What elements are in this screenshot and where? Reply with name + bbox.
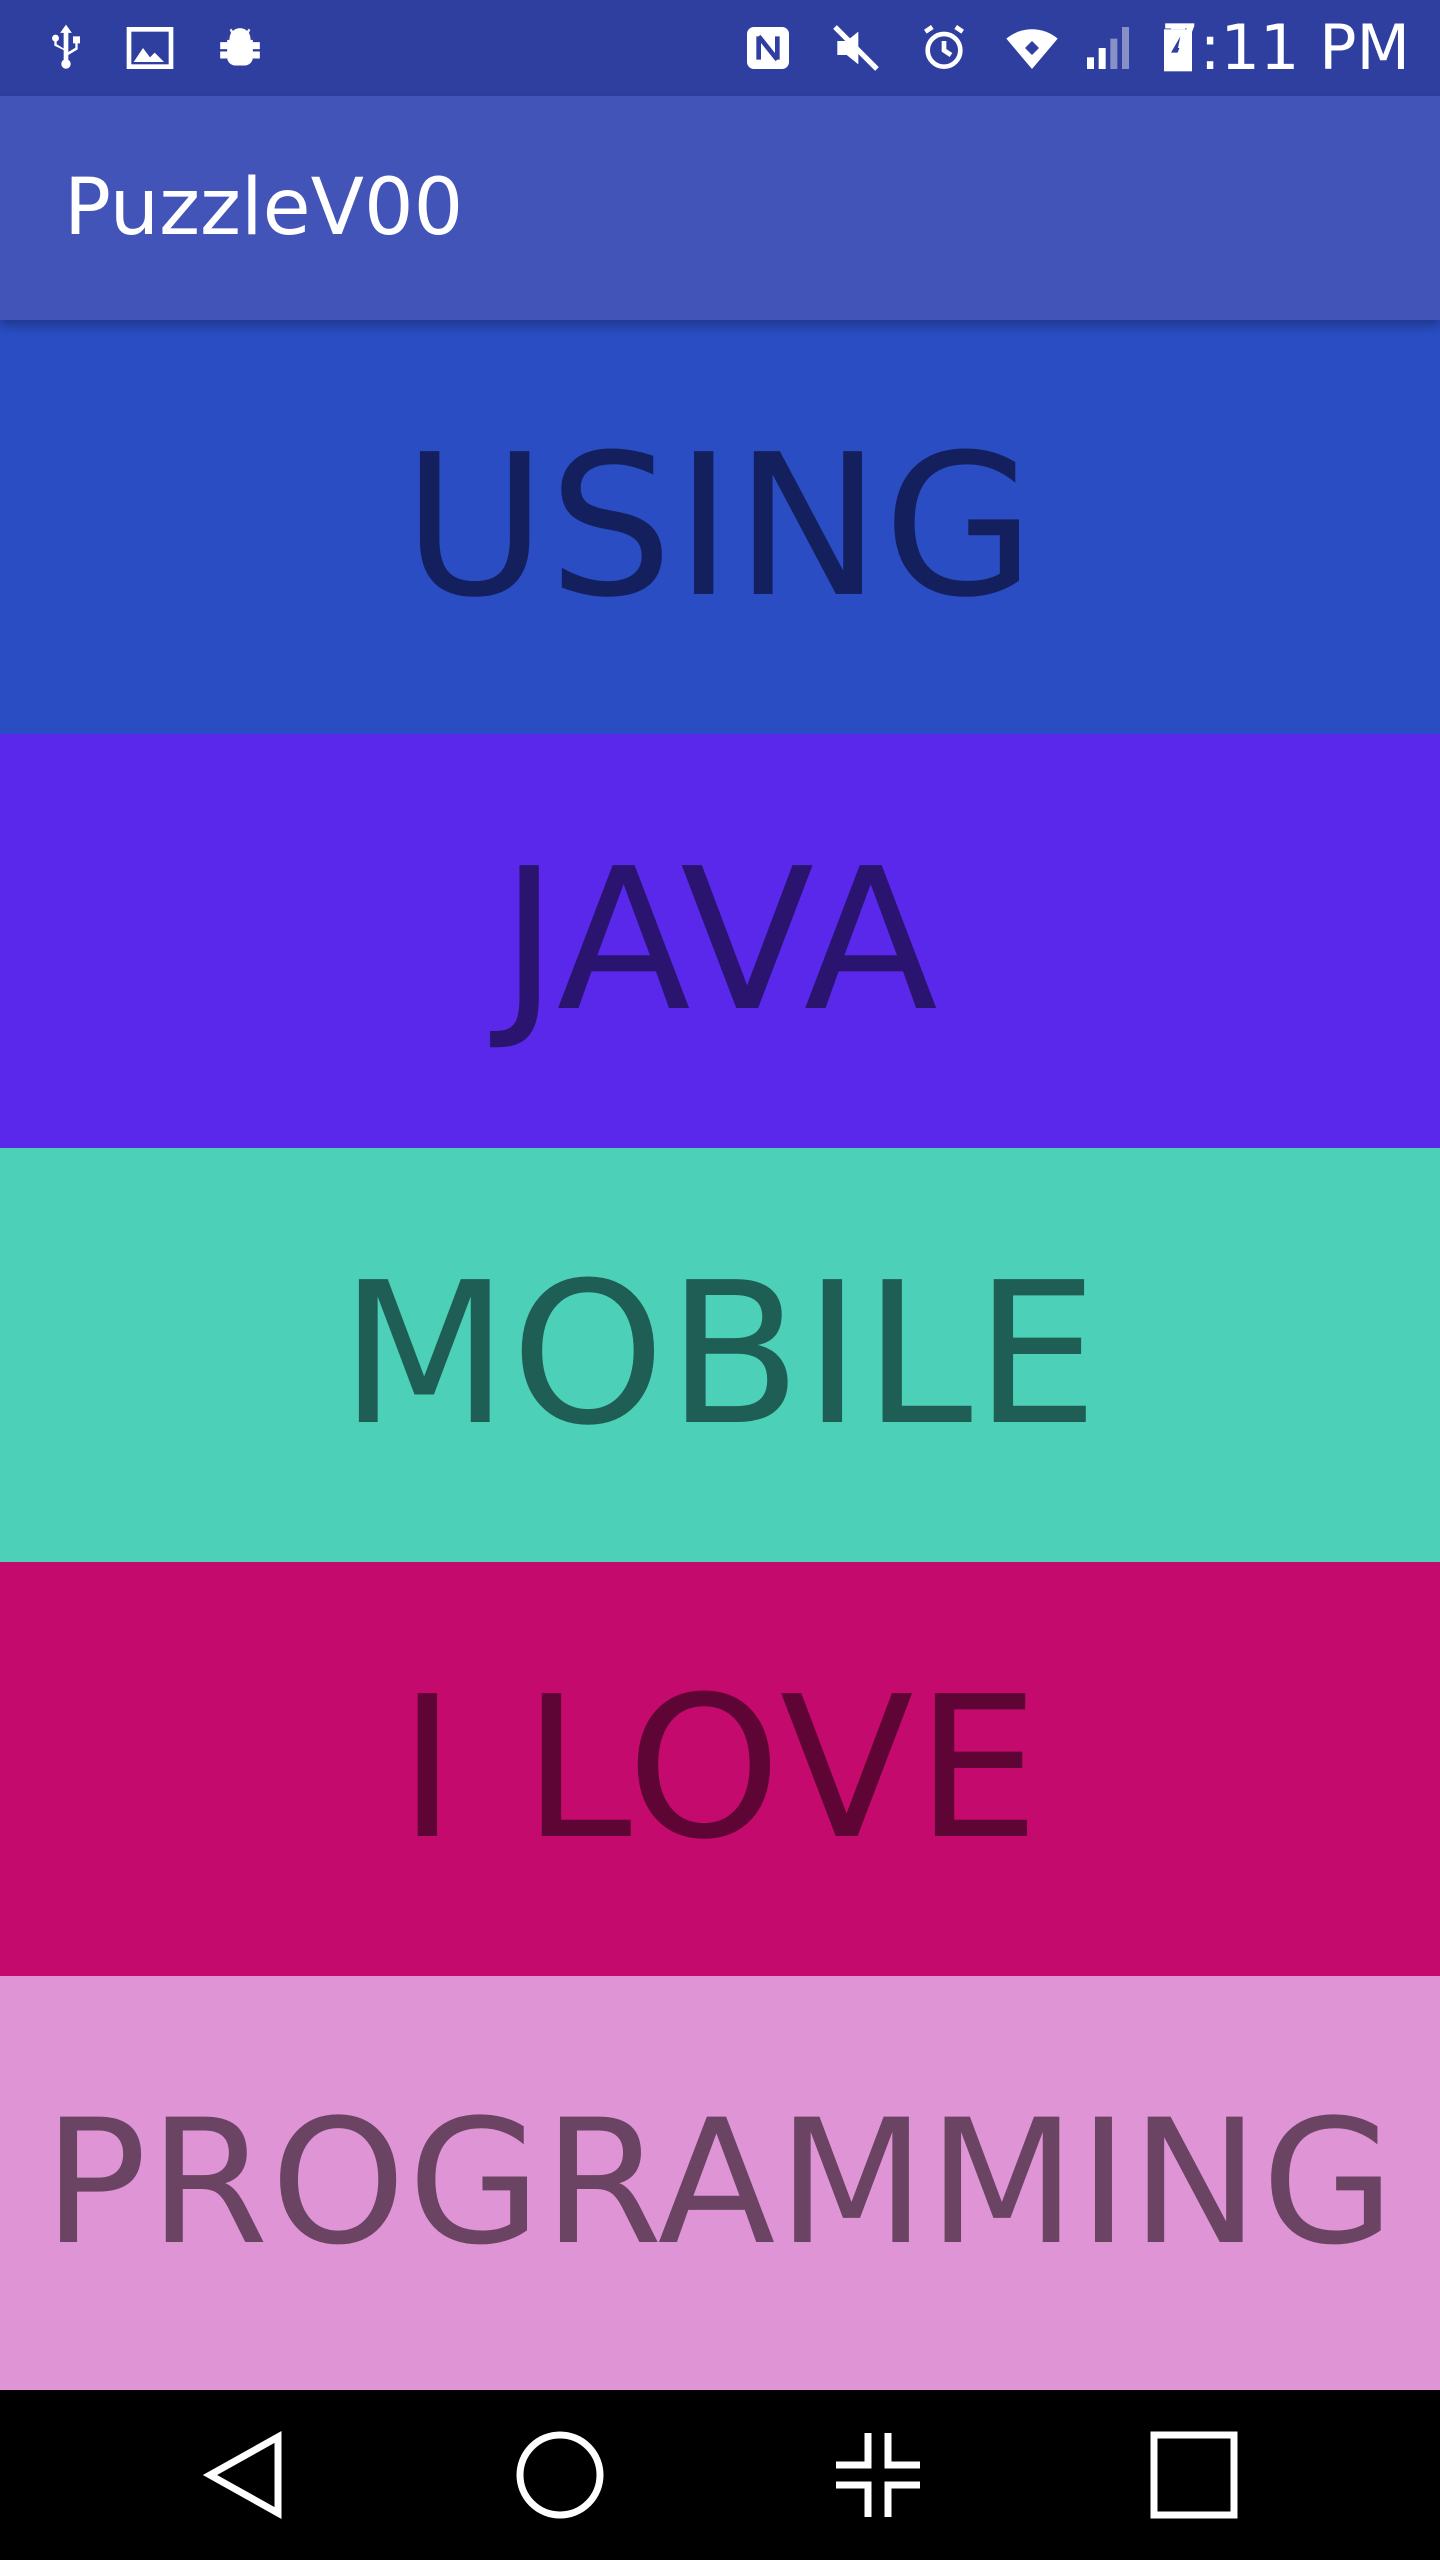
block-i-love[interactable]: I LOVE [0, 1562, 1440, 1976]
recents-icon[interactable] [1144, 2425, 1244, 2525]
back-icon[interactable] [196, 2425, 296, 2525]
android-debug-icon [210, 18, 270, 78]
status-bar: 7:11 PM [0, 0, 1440, 96]
block-label: MOBILE [339, 1241, 1101, 1469]
alarm-icon [914, 18, 974, 78]
app-bar: PuzzleV00 [0, 96, 1440, 320]
nfc-icon [738, 18, 798, 78]
usb-icon [36, 18, 96, 78]
block-java[interactable]: JAVA [0, 734, 1440, 1148]
block-label: JAVA [500, 827, 940, 1055]
wifi-icon [1002, 18, 1062, 78]
status-time: 7:11 PM [1160, 11, 1410, 84]
block-label: I LOVE [398, 1655, 1042, 1883]
block-label: PROGRAMMING [43, 2082, 1397, 2283]
block-programming[interactable]: PROGRAMMING [0, 1976, 1440, 2390]
image-icon [120, 18, 180, 78]
home-icon[interactable] [510, 2425, 610, 2525]
block-label: USING [402, 413, 1038, 641]
signal-icon [1078, 18, 1138, 78]
mute-icon [826, 18, 886, 78]
app-title: PuzzleV00 [64, 163, 464, 253]
block-mobile[interactable]: MOBILE [0, 1148, 1440, 1562]
split-screen-icon[interactable] [828, 2425, 928, 2525]
block-using[interactable]: USING [0, 320, 1440, 734]
nav-bar [0, 2390, 1440, 2560]
